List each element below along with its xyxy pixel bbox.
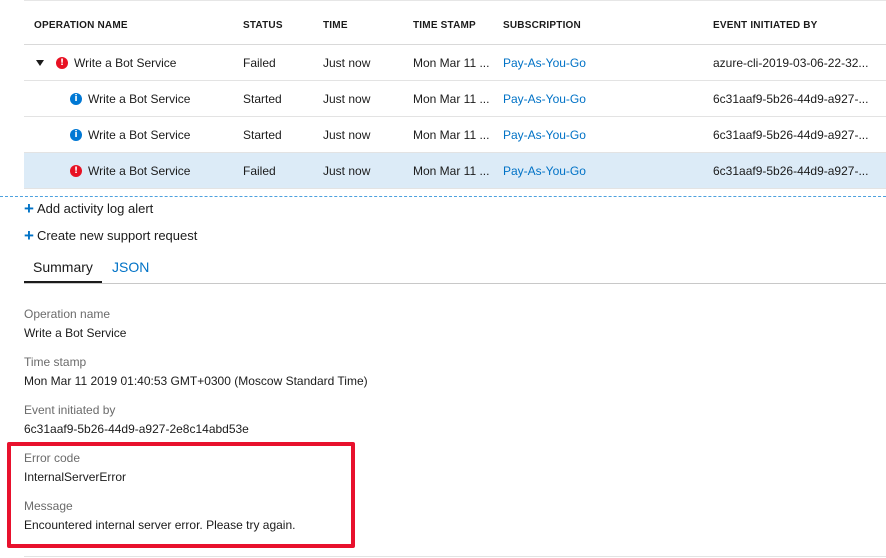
initiated-by-cell: azure-cli-2019-03-06-22-32... [703, 44, 886, 81]
column-header-subscription[interactable]: SUBSCRIPTION [493, 6, 703, 45]
expand-caret-icon[interactable] [36, 59, 44, 66]
error-icon: ! [56, 56, 68, 69]
info-icon: i [70, 92, 82, 105]
activity-log-table: OPERATION NAME STATUS TIME TIME STAMP SU… [24, 6, 886, 189]
operation-name-value: Write a Bot Service [24, 326, 127, 340]
create-support-request-button[interactable]: + Create new support request [24, 227, 197, 244]
table-row-selected[interactable]: ! Write a Bot Service Failed Just now Mo… [24, 152, 886, 189]
support-request-label: Create new support request [36, 228, 198, 243]
operation-name-cell: Write a Bot Service [88, 127, 191, 142]
resize-divider[interactable] [0, 196, 886, 197]
add-activity-log-alert-button[interactable]: + Add activity log alert [24, 200, 153, 217]
table-row[interactable]: i Write a Bot Service Started Just now M… [24, 80, 886, 117]
operation-name-cell: Write a Bot Service [88, 163, 191, 178]
initiated-by-cell: 6c31aaf9-5b26-44d9-a927-... [703, 80, 886, 117]
event-initiated-by-value: 6c31aaf9-5b26-44d9-a927-2e8c14abd53e [24, 422, 249, 436]
operation-name-label: Operation name [24, 307, 111, 321]
bottom-divider [24, 556, 886, 557]
column-header-time[interactable]: TIME [313, 6, 403, 45]
event-initiated-by-label: Event initiated by [24, 403, 116, 417]
time-cell: Just now [313, 116, 403, 153]
timestamp-label: Time stamp [24, 355, 87, 369]
subscription-link[interactable]: Pay-As-You-Go [493, 152, 703, 189]
error-highlight-box [7, 442, 355, 548]
status-cell: Started [233, 80, 313, 117]
time-cell: Just now [313, 152, 403, 189]
column-header-status[interactable]: STATUS [233, 6, 313, 45]
column-header-time-stamp[interactable]: TIME STAMP [403, 6, 493, 45]
subscription-link[interactable]: Pay-As-You-Go [493, 80, 703, 117]
time-cell: Just now [313, 44, 403, 81]
initiated-by-cell: 6c31aaf9-5b26-44d9-a927-... [703, 152, 886, 189]
add-alert-label: Add activity log alert [36, 201, 154, 216]
column-header-event-initiated-by[interactable]: EVENT INITIATED BY [703, 6, 886, 45]
column-header-operation-name[interactable]: OPERATION NAME [24, 6, 233, 45]
timestamp-cell: Mon Mar 11 ... [403, 152, 493, 189]
operation-name-cell: Write a Bot Service [88, 91, 191, 106]
table-header-row: OPERATION NAME STATUS TIME TIME STAMP SU… [24, 6, 886, 45]
table-row[interactable]: i Write a Bot Service Started Just now M… [24, 116, 886, 153]
error-icon: ! [70, 164, 82, 177]
detail-tabs: Summary JSON [24, 254, 886, 284]
plus-icon: + [24, 226, 34, 245]
subscription-link[interactable]: Pay-As-You-Go [493, 44, 703, 81]
status-cell: Started [233, 116, 313, 153]
top-border [24, 0, 886, 1]
timestamp-cell: Mon Mar 11 ... [403, 116, 493, 153]
plus-icon: + [24, 199, 34, 218]
initiated-by-cell: 6c31aaf9-5b26-44d9-a927-... [703, 116, 886, 153]
table-row[interactable]: ! Write a Bot Service Failed Just now Mo… [24, 44, 886, 81]
timestamp-cell: Mon Mar 11 ... [403, 44, 493, 81]
status-cell: Failed [233, 44, 313, 81]
status-cell: Failed [233, 152, 313, 189]
tab-json[interactable]: JSON [112, 254, 149, 281]
operation-name-cell: Write a Bot Service [74, 55, 177, 70]
tab-summary[interactable]: Summary [24, 254, 102, 283]
timestamp-cell: Mon Mar 11 ... [403, 80, 493, 117]
timestamp-value: Mon Mar 11 2019 01:40:53 GMT+0300 (Mosco… [24, 374, 368, 388]
subscription-link[interactable]: Pay-As-You-Go [493, 116, 703, 153]
time-cell: Just now [313, 80, 403, 117]
info-icon: i [70, 128, 82, 141]
